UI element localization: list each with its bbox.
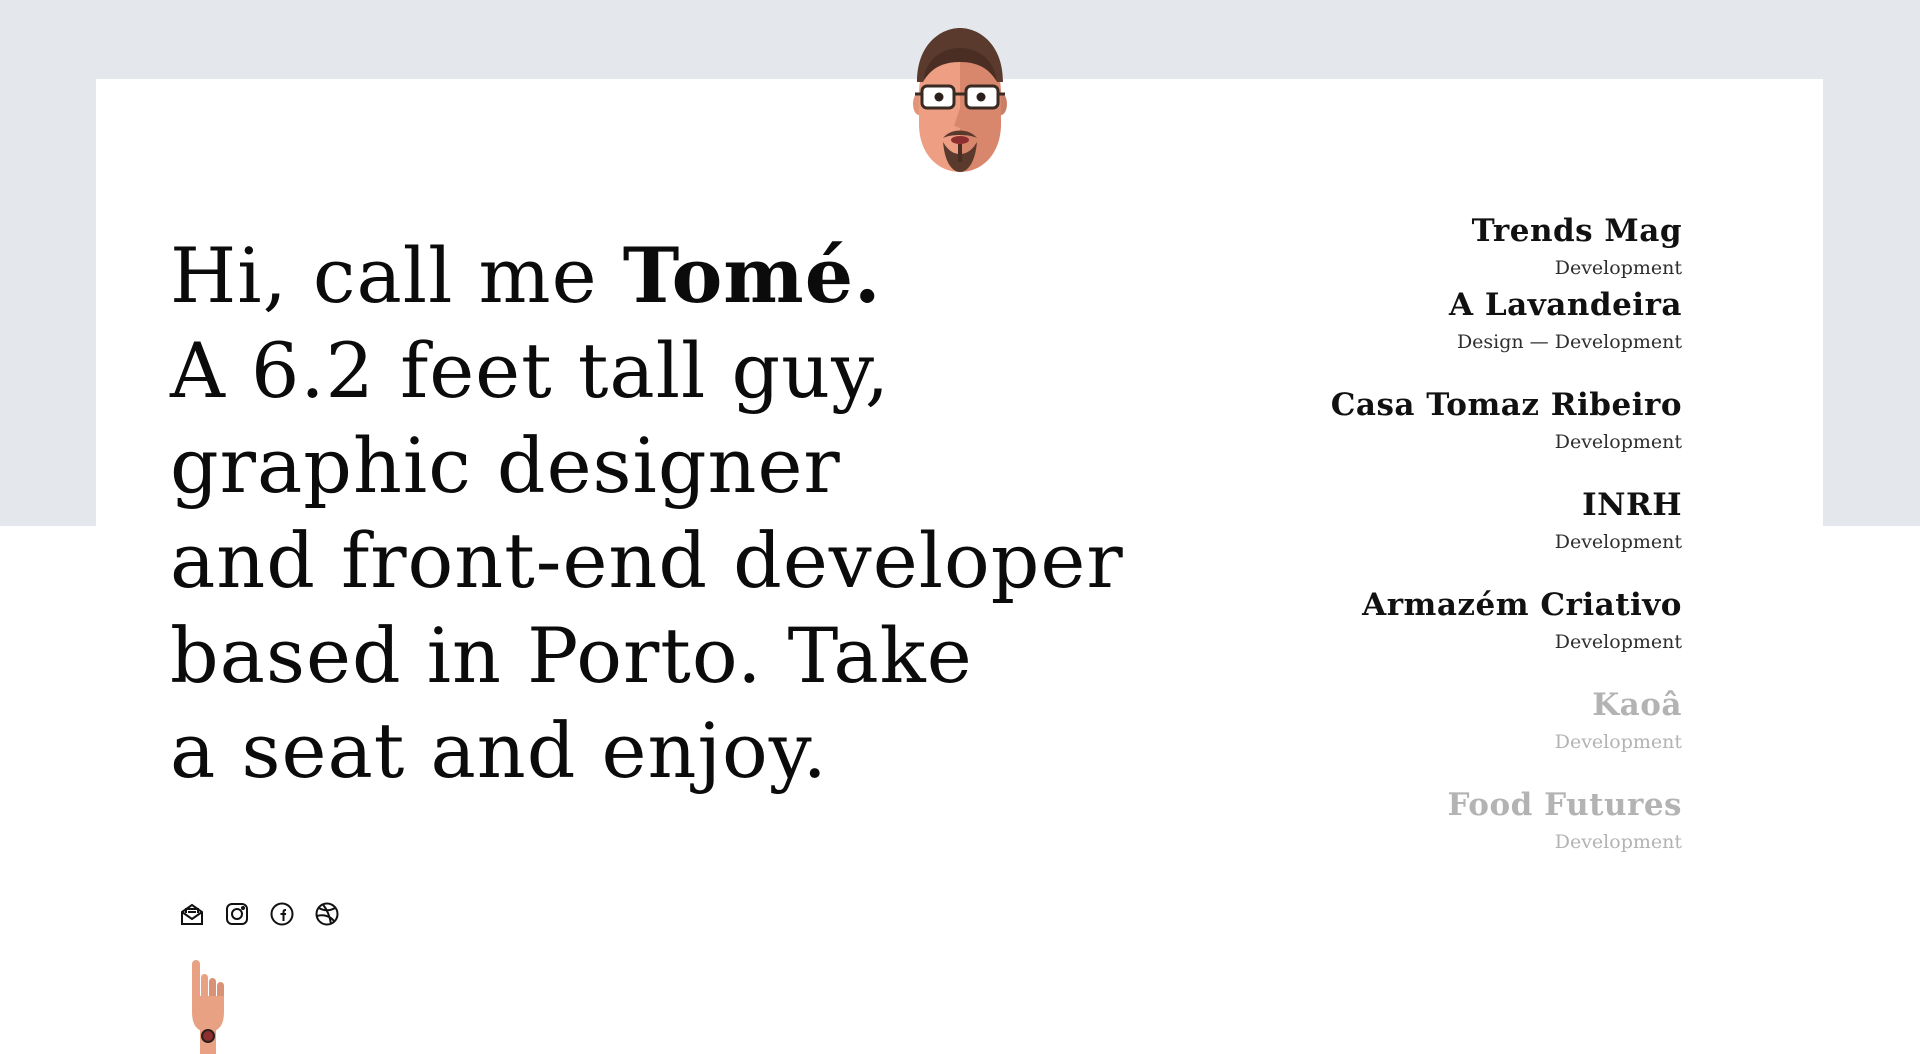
project-list: Trends Mag Development A Lavandeira Desi…: [1262, 205, 1682, 879]
intro-heading: Hi, call me Tomé. A 6.2 feet tall guy, g…: [170, 228, 1220, 798]
project-title: Kaoâ: [1592, 687, 1682, 723]
project-meta: Development: [1554, 831, 1682, 853]
intro-line-3: graphic designer: [170, 421, 841, 510]
project-title: A Lavandeira: [1449, 287, 1682, 323]
project-title: Food Futures: [1447, 787, 1682, 823]
avatar[interactable]: [913, 24, 1007, 174]
project-trends-mag[interactable]: Trends Mag Development: [1262, 205, 1682, 279]
intro-line-1: Hi, call me Tomé.: [170, 228, 1220, 323]
project-title: Trends Mag: [1471, 213, 1682, 249]
project-meta: Development: [1554, 257, 1682, 279]
project-meta: Design — Development: [1456, 331, 1682, 353]
intro-line-4: and front-end developer: [170, 516, 1124, 605]
intro-line-5: based in Porto. Take: [170, 611, 973, 700]
pointing-hand-icon: [192, 960, 224, 1054]
mail-icon: [181, 903, 203, 925]
project-title: Armazém Criativo: [1362, 587, 1682, 623]
project-food-futures[interactable]: Food Futures Development: [1262, 779, 1682, 879]
social-links: [178, 900, 341, 928]
project-inrh[interactable]: INRH Development: [1262, 479, 1682, 579]
intro-line-2: A 6.2 feet tall guy,: [170, 326, 891, 415]
intro-line-6: a seat and enjoy.: [170, 706, 828, 795]
project-title: INRH: [1582, 487, 1682, 523]
project-kaoa[interactable]: Kaoâ Development: [1262, 679, 1682, 779]
project-title: Casa Tomaz Ribeiro: [1330, 387, 1682, 423]
facebook-icon: [270, 902, 294, 926]
dribbble-link[interactable]: [313, 900, 341, 928]
project-a-lavandeira[interactable]: A Lavandeira Design — Development: [1262, 279, 1682, 379]
facebook-link[interactable]: [268, 900, 296, 928]
project-meta: Development: [1554, 631, 1682, 653]
project-meta: Development: [1554, 431, 1682, 453]
instagram-link[interactable]: [223, 900, 251, 928]
project-meta: Development: [1554, 731, 1682, 753]
project-meta: Development: [1554, 531, 1682, 553]
mail-link[interactable]: [178, 900, 206, 928]
instagram-icon: [226, 903, 248, 925]
dribbble-icon: [315, 902, 339, 926]
project-armazem-criativo[interactable]: Armazém Criativo Development: [1262, 579, 1682, 679]
intro-name: Tomé.: [622, 231, 882, 320]
project-casa-tomaz-ribeiro[interactable]: Casa Tomaz Ribeiro Development: [1262, 379, 1682, 479]
intro-greeting: Hi, call me: [170, 231, 623, 320]
